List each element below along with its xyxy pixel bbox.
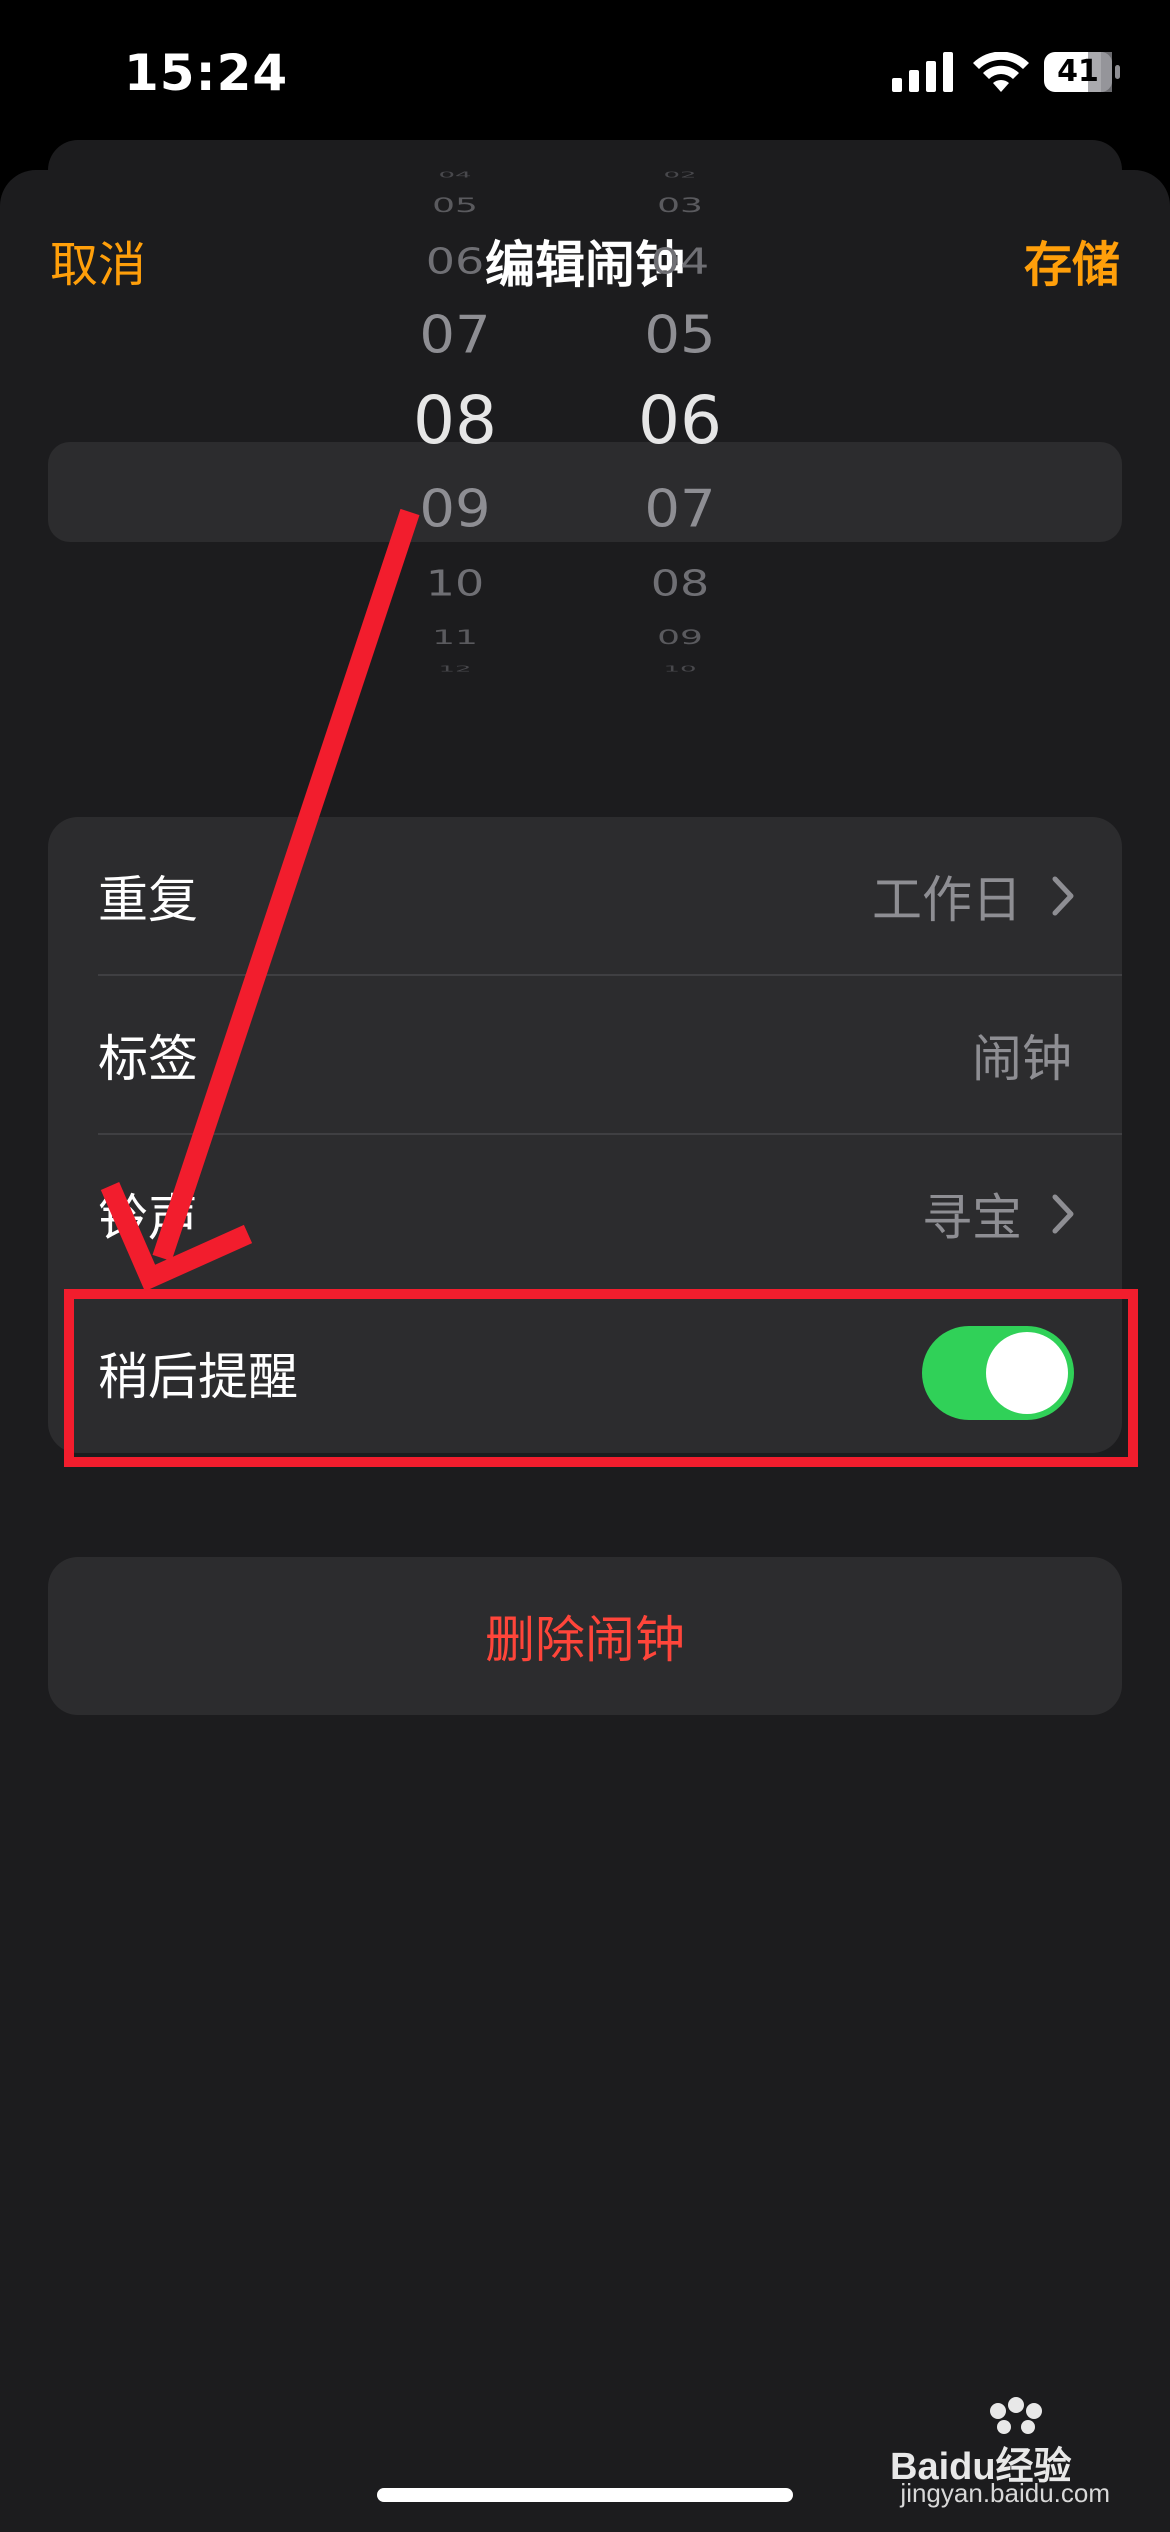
alarm-edit-screen: 15:24 41 取消 编辑闹钟 存储 04 05 06 07 08 09 10… <box>0 0 1170 2532</box>
annotation-arrow-icon <box>100 508 420 1292</box>
home-indicator <box>377 2488 793 2502</box>
watermark-url: jingyan.baidu.com <box>900 2478 1110 2508</box>
baidu-watermark-logo: Baidu经验 <box>890 2395 1110 2488</box>
